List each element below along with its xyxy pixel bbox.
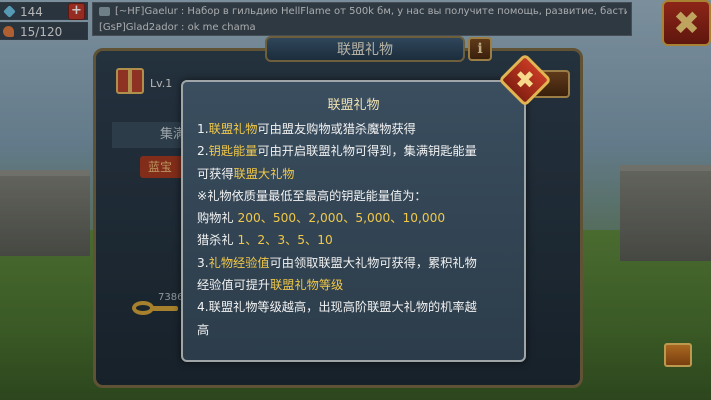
- highlight-text: 联盟礼物: [208, 122, 258, 136]
- line-number: 1.: [197, 122, 209, 136]
- line-text: 可由开启联盟礼物可得到，集满钥匙能量: [257, 144, 477, 159]
- line-text: 高: [197, 322, 210, 337]
- highlight-text: 联盟大礼物: [233, 166, 295, 181]
- close-icon: ✖: [514, 66, 536, 94]
- line-number: 3.: [197, 255, 209, 270]
- dialog-line: 3.礼物经验值可由领取联盟大礼物可获得，累积礼物: [197, 252, 515, 274]
- line-text: 4.联盟礼物等级越高，出现高阶联盟大礼物的机率越: [197, 300, 477, 315]
- highlight-text: 200、500、2,000、5,000、10,000: [237, 211, 446, 226]
- line-text: 可获得: [197, 166, 234, 181]
- line-text: 购物礼: [197, 211, 238, 226]
- dialog-line: 2.钥匙能量可由开启联盟礼物可得到，集满钥匙能量: [197, 140, 515, 162]
- highlight-text: 1、2、3、5、10: [237, 233, 333, 248]
- line-text: 经验值可提升: [197, 278, 271, 293]
- dialog-line: 经验值可提升联盟礼物等级: [197, 274, 515, 296]
- dialog-line: 1.联盟礼物可由盟友购物或猎杀魔物获得: [197, 118, 515, 140]
- dialog-body: 1.联盟礼物可由盟友购物或猎杀魔物获得 2.钥匙能量可由开启联盟礼物可得到，集满…: [197, 118, 515, 341]
- highlight-text: 礼物经验值: [208, 255, 270, 270]
- line-text: 猎杀礼: [197, 233, 238, 248]
- highlight-text: 联盟礼物等级: [270, 278, 344, 293]
- dialog-line: ※礼物依质量最低至最高的钥匙能量值为：: [197, 185, 515, 207]
- highlight-text: 钥匙能量: [208, 144, 258, 159]
- line-text: ※礼物依质量最低至最高的钥匙能量值为：: [197, 188, 427, 203]
- line-number: 2.: [197, 144, 209, 159]
- dialog-line: 4.联盟礼物等级越高，出现高阶联盟大礼物的机率越: [197, 296, 515, 318]
- dialog-title: 联盟礼物: [327, 98, 380, 113]
- line-text: 可由盟友购物或猎杀魔物获得: [257, 122, 416, 136]
- info-dialog: 联盟礼物 1.联盟礼物可由盟友购物或猎杀魔物获得 2.钥匙能量可由开启联盟礼物可…: [181, 80, 526, 362]
- line-text: 可由领取联盟大礼物可获得，累积礼物: [269, 255, 477, 270]
- dialog-line: 高: [197, 319, 515, 341]
- dialog-line: 购物礼 200、500、2,000、5,000、10,000: [197, 207, 515, 229]
- dialog-line: 可获得联盟大礼物: [197, 163, 515, 185]
- dialog-line: 猎杀礼 1、2、3、5、10: [197, 229, 515, 251]
